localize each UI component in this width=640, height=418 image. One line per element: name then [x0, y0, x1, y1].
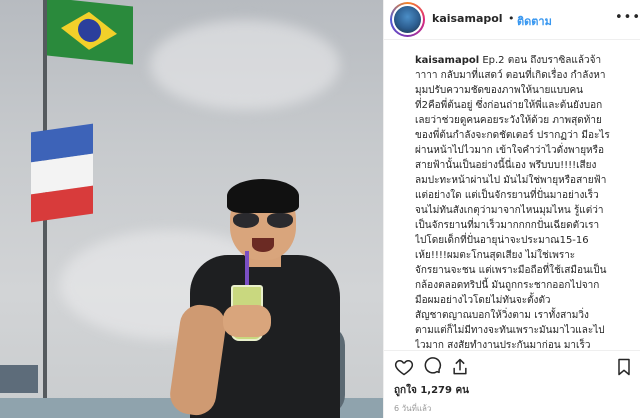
header-separator: •	[508, 12, 515, 25]
share-icon[interactable]	[450, 357, 470, 377]
caption-username[interactable]: kaisamapol	[415, 55, 479, 66]
brazil-flag	[47, 0, 133, 65]
caption-text: Ep.2 ตอน ถึงบราซิลแล้วจ้า าาาา กลับมาที่…	[415, 55, 610, 350]
comment-icon[interactable]	[422, 357, 442, 377]
sky-cloud	[150, 20, 340, 110]
post-timestamp[interactable]: 6 วันที่แล้ว	[394, 402, 431, 415]
heart-icon[interactable]	[394, 357, 414, 377]
post-caption: kaisamapol Ep.2 ตอน ถึงบราซิลแล้วจ้า าาา…	[415, 53, 637, 350]
action-bar	[394, 357, 634, 377]
person-with-drink	[167, 179, 350, 418]
avatar[interactable]	[390, 2, 425, 37]
follow-button[interactable]: ติดตาม	[517, 12, 552, 30]
post-sidebar: kaisamapol • ติดตาม ••• kaisamapol Ep.2 …	[383, 0, 640, 418]
france-flag	[31, 123, 93, 223]
post-header: kaisamapol • ติดตาม •••	[384, 0, 640, 40]
divider	[384, 350, 640, 351]
bookmark-icon[interactable]	[614, 357, 634, 377]
more-options-icon[interactable]: •••	[615, 10, 640, 25]
header-username[interactable]: kaisamapol	[432, 12, 503, 25]
likes-count[interactable]: ถูกใจ 1,279 คน	[394, 383, 469, 398]
post-photo[interactable]	[0, 0, 383, 418]
beach-tent	[0, 365, 38, 393]
